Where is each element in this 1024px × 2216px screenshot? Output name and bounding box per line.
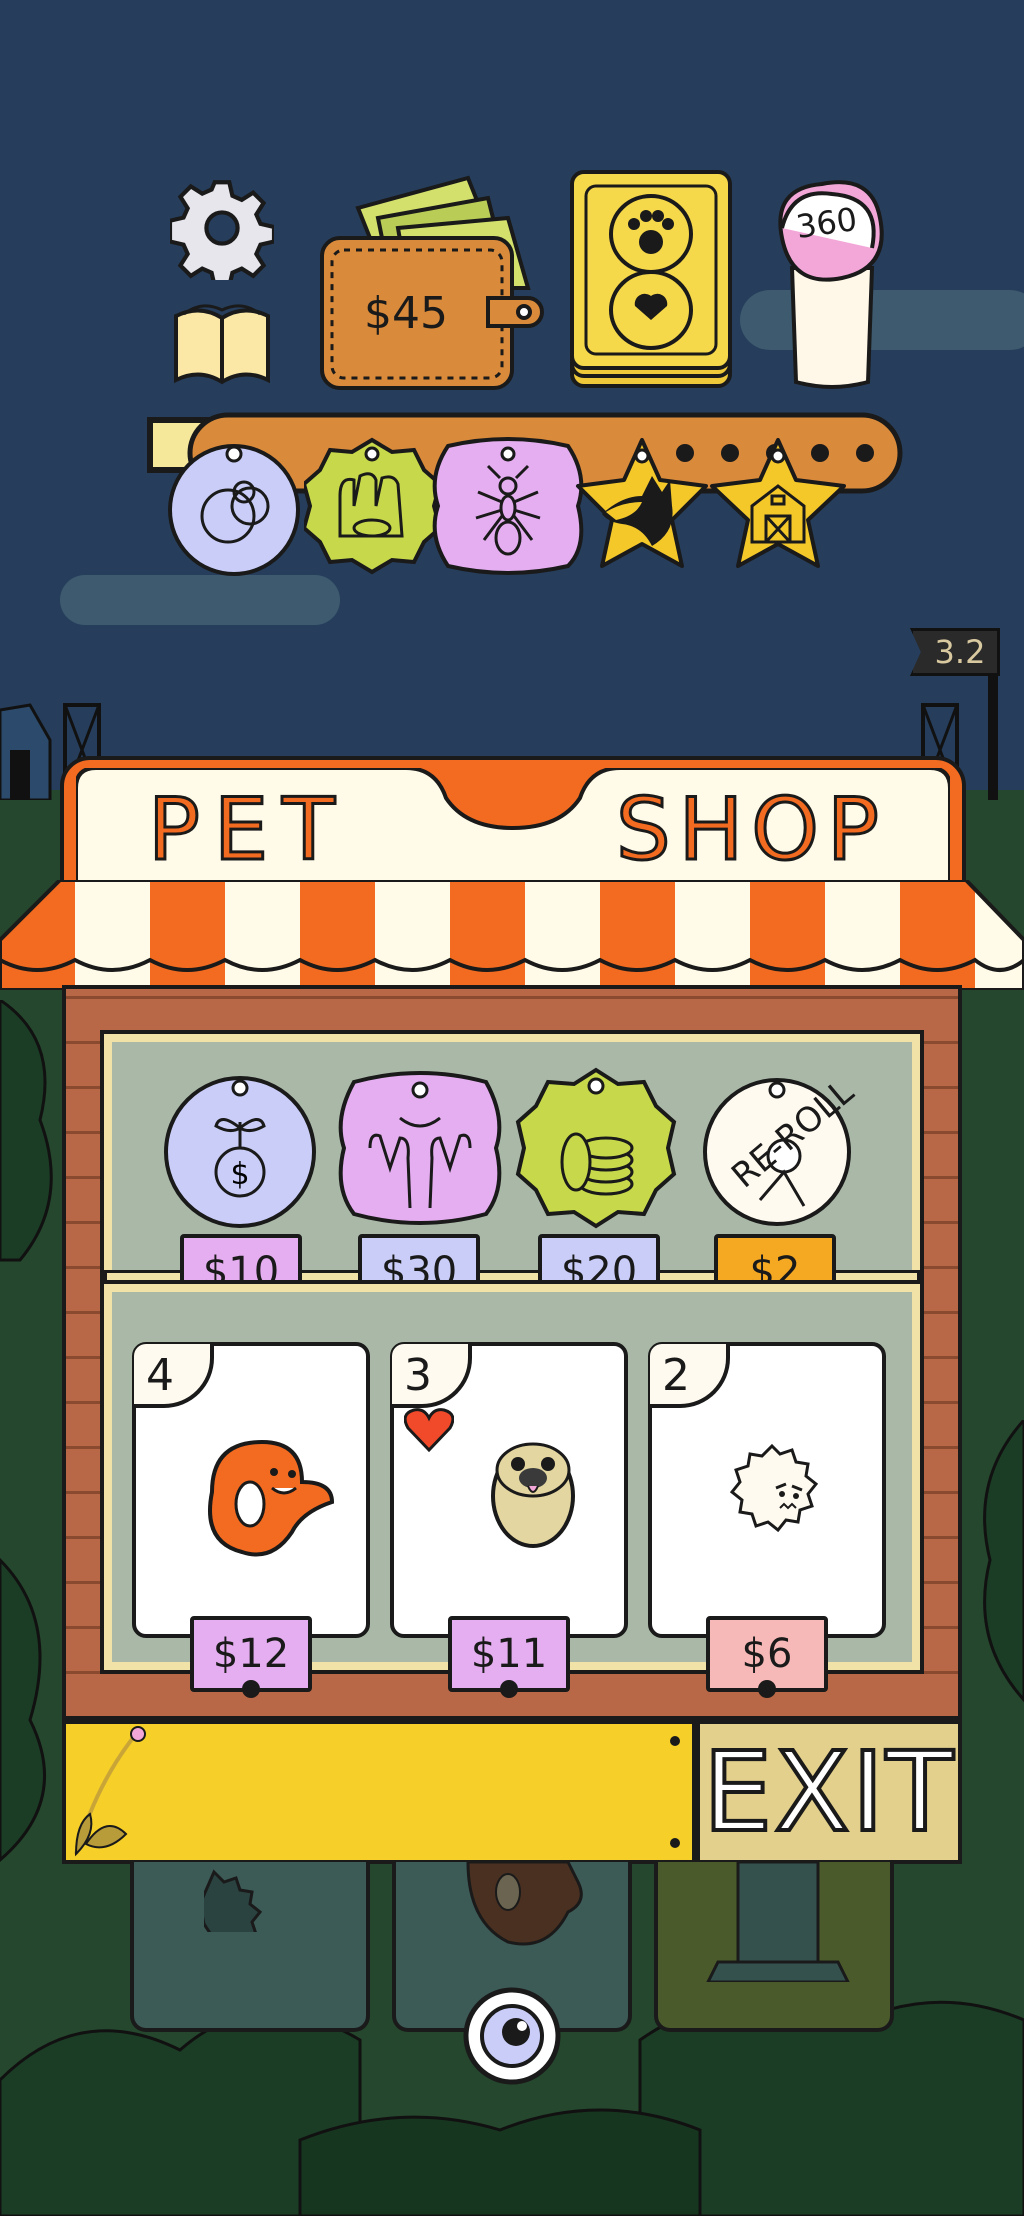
money-label: $45 — [364, 288, 448, 339]
team-slot-1[interactable] — [130, 1862, 370, 2032]
plant-sprout-icon — [74, 1726, 146, 1857]
pet-price-1[interactable]: $12 — [190, 1616, 312, 1698]
shop-awning — [0, 880, 1024, 990]
shop-title-left: PET — [147, 779, 349, 882]
cloud — [60, 575, 340, 625]
eye-icon — [463, 1987, 561, 2085]
card-deck-icon — [570, 170, 732, 388]
pet-level: 2 — [662, 1350, 690, 1401]
pet-level-badge: 3 — [392, 1344, 472, 1408]
exit-label: EXIT — [701, 1726, 956, 1858]
rulebook-button[interactable] — [170, 296, 274, 388]
ant-icon — [432, 437, 584, 575]
price-text: $11 — [470, 1631, 548, 1677]
coins-icon — [515, 1067, 677, 1229]
pet-level-badge: 4 — [134, 1344, 214, 1408]
pet-card-3[interactable]: 2 — [648, 1342, 886, 1638]
pet-level-badge: 2 — [650, 1344, 730, 1408]
exit-button[interactable]: EXIT — [696, 1720, 962, 1864]
ticket-counter[interactable]: 360 — [772, 168, 892, 392]
doghouse-icon — [706, 1862, 850, 1982]
pug-pet-icon — [491, 1442, 575, 1548]
pet-level: 4 — [146, 1350, 174, 1401]
hands-icon — [338, 1071, 502, 1225]
upgrade-coins[interactable] — [514, 1066, 678, 1230]
view-board-button[interactable] — [462, 1986, 562, 2086]
panel-rivet — [670, 1838, 680, 1848]
upgrade-hands[interactable] — [330, 1068, 510, 1228]
pet-price-3[interactable]: $6 — [706, 1616, 828, 1698]
fluffball-pet-icon — [729, 1443, 819, 1533]
card-deck-button[interactable] — [568, 170, 734, 390]
barn-icon — [710, 438, 846, 568]
money-plant-icon: $ — [164, 1076, 316, 1228]
orange-bean-pet-icon — [466, 1862, 583, 1946]
svg-text:$: $ — [230, 1157, 249, 1192]
price-text: $6 — [741, 1631, 793, 1677]
gear-icon — [167, 180, 277, 289]
book-icon — [174, 304, 270, 385]
collar-tag-dog[interactable] — [572, 436, 712, 576]
collar-tag-glove[interactable] — [301, 436, 443, 576]
pet-card-1[interactable]: 4 — [132, 1342, 370, 1638]
milk-glass-icon — [778, 180, 884, 389]
bubbles-icon — [168, 444, 300, 576]
pet-card-2[interactable]: 3 — [390, 1342, 628, 1638]
fluffball-pet-icon — [204, 1869, 263, 1932]
pet-level: 3 — [404, 1350, 432, 1401]
message-panel — [62, 1720, 696, 1864]
level-sign-text: 3.2 — [934, 633, 986, 671]
heart-icon — [404, 1408, 454, 1452]
shop-title-right: SHOP — [615, 779, 887, 882]
orange-bean-pet-icon — [208, 1439, 335, 1557]
collar-tag-ant[interactable] — [428, 436, 588, 576]
level-sign: 3.2 — [910, 628, 1000, 676]
dog-icon — [576, 438, 708, 568]
glove-icon — [301, 437, 443, 575]
collar-tag-bubbles[interactable] — [166, 440, 302, 576]
team-slot-3[interactable] — [654, 1862, 894, 2032]
pet-price-2[interactable]: $11 — [448, 1616, 570, 1698]
wallet-icon — [320, 175, 544, 390]
price-text: $12 — [212, 1631, 290, 1677]
upgrade-money-plant[interactable]: $ — [160, 1068, 320, 1228]
reroll-button[interactable]: RE-ROLL — [700, 1068, 861, 1228]
collar-tag-barn[interactable] — [704, 436, 852, 576]
wallet[interactable]: $45 — [318, 168, 548, 390]
settings-button[interactable] — [167, 176, 277, 289]
panel-rivet — [670, 1736, 680, 1746]
bushes-right — [983, 1420, 1024, 1703]
